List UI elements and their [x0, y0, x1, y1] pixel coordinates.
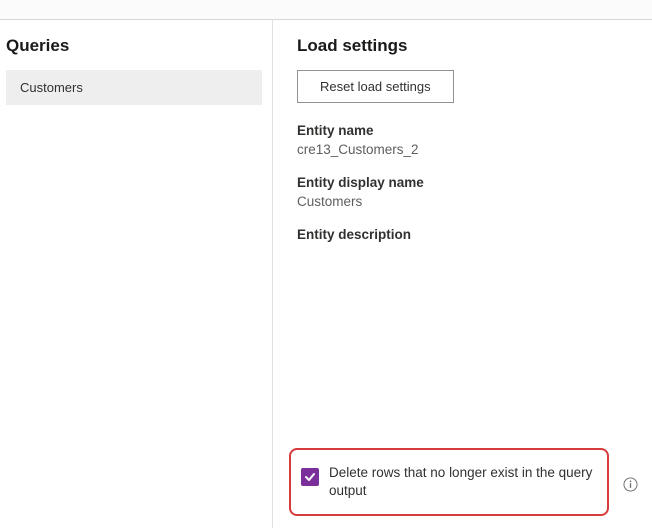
load-settings-title: Load settings: [297, 36, 642, 56]
entity-desc-label: Entity description: [297, 227, 642, 242]
delete-rows-label: Delete rows that no longer exist in the …: [329, 464, 595, 500]
entity-desc-block: Entity description: [297, 227, 642, 242]
entity-display-value: Customers: [297, 194, 642, 209]
entity-display-label: Entity display name: [297, 175, 642, 190]
query-item-label: Customers: [20, 80, 83, 95]
entity-name-label: Entity name: [297, 123, 642, 138]
query-item-customers[interactable]: Customers: [6, 70, 262, 105]
delete-rows-checkbox[interactable]: [301, 468, 319, 486]
entity-name-value: cre13_Customers_2: [297, 142, 642, 157]
queries-title: Queries: [6, 36, 262, 56]
check-icon: [304, 471, 316, 483]
delete-rows-highlight: Delete rows that no longer exist in the …: [289, 448, 609, 516]
load-settings-panel: Load settings Reset load settings Entity…: [272, 20, 652, 528]
entity-name-block: Entity name cre13_Customers_2: [297, 123, 642, 157]
queries-panel: Queries Customers: [0, 20, 272, 528]
reset-load-settings-button[interactable]: Reset load settings: [297, 70, 454, 103]
entity-display-block: Entity display name Customers: [297, 175, 642, 209]
info-icon[interactable]: [623, 477, 638, 492]
top-divider: [0, 0, 652, 20]
reset-button-label: Reset load settings: [320, 79, 431, 94]
